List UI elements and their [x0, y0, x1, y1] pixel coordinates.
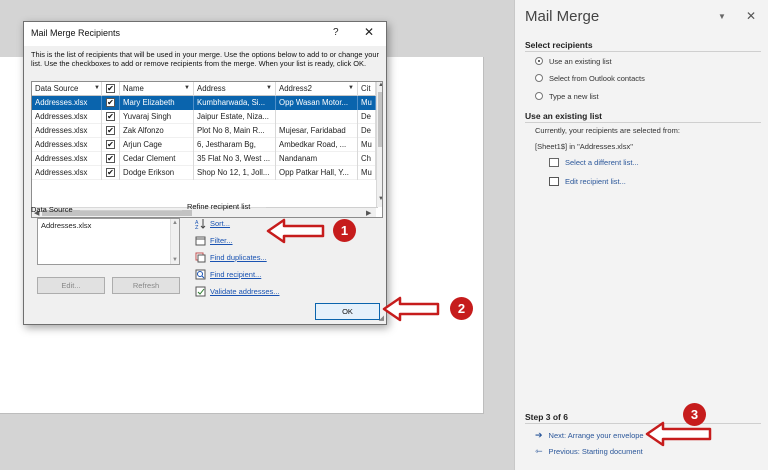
annotation-badge-3: 3	[683, 403, 706, 426]
annotation-arrow-2	[382, 296, 440, 322]
annotation-layer	[266, 218, 712, 447]
annotation-arrow-1	[266, 218, 325, 244]
annotation-arrow-3	[645, 421, 712, 447]
annotation-badge-2: 2	[450, 297, 473, 320]
annotation-badge-1: 1	[333, 219, 356, 242]
